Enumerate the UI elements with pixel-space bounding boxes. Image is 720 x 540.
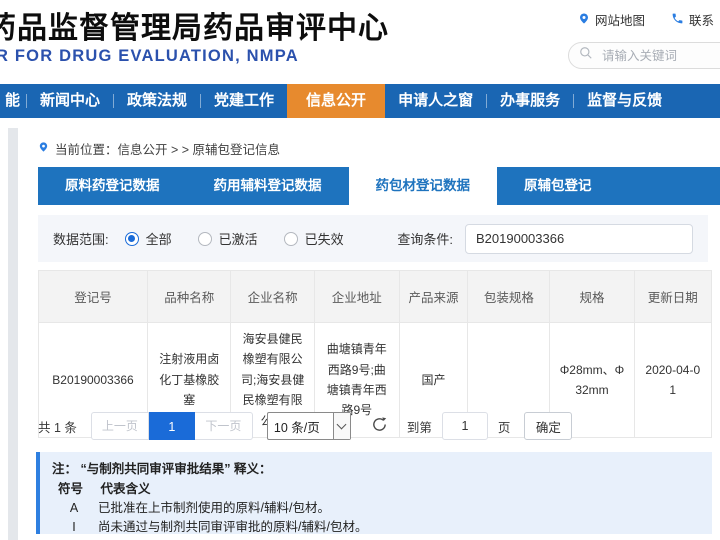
footnote-legend-header: 符号 代表含义 [58, 480, 702, 499]
tab-packaging-registration[interactable]: 药包材登记数据 [349, 167, 498, 205]
site-title-chinese: 药品监督管理局药品审评中心 [0, 3, 389, 47]
col-header-product-name: 品种名称 [148, 271, 231, 323]
refresh-button[interactable] [371, 417, 389, 435]
legend-symbol-header: 符号 [58, 482, 83, 496]
header-quick-links: 网站地图 联系 [578, 10, 714, 29]
current-page-button[interactable]: 1 [149, 412, 195, 440]
col-header-reg-no: 登记号 [39, 271, 148, 323]
col-header-packaging-spec: 包装规格 [468, 271, 550, 323]
table-header-row: 登记号 品种名称 企业名称 企业地址 产品来源 包装规格 规格 更新日期 [39, 271, 712, 323]
data-category-tabs: 原料药登记数据 药用辅料登记数据 药包材登记数据 原辅包登记 [38, 167, 720, 205]
chevron-down-icon [337, 419, 347, 429]
select-arrow-box[interactable] [333, 413, 350, 439]
radio-option-activated[interactable]: 已激活 [198, 229, 258, 248]
nav-item-partial[interactable]: 能 [0, 84, 26, 118]
tab-api-registration[interactable]: 原料药登记数据 [38, 167, 187, 205]
breadcrumb-text: 当前位置：信息公开 > > 原辅包登记信息 [55, 139, 280, 158]
query-label: 查询条件: [397, 229, 453, 248]
contact-link[interactable]: 联系 [671, 10, 714, 29]
tab-excipient-registration[interactable]: 药用辅料登记数据 [187, 167, 349, 205]
nav-item-feedback[interactable]: 监督与反馈 [574, 84, 675, 118]
nav-item-info-disclosure[interactable]: 信息公开 [287, 84, 385, 118]
nav-item-news[interactable]: 新闻中心 [27, 84, 113, 118]
refresh-icon [371, 416, 388, 436]
filter-bar: 数据范围: 全部 已激活 已失效 查询条件: [38, 215, 708, 262]
contact-label: 联系 [689, 10, 714, 29]
col-header-update-date: 更新日期 [634, 271, 711, 323]
nav-item-policy[interactable]: 政策法规 [114, 84, 200, 118]
next-page-button[interactable]: 下一页 [195, 412, 253, 440]
radio-icon-activated[interactable] [198, 232, 212, 246]
main-nav: 能 新闻中心 政策法规 党建工作 信息公开 申请人之窗 办事服务 监督与反馈 [0, 84, 720, 118]
legend-meaning-header: 代表含义 [101, 482, 151, 496]
goto-page-input[interactable] [442, 412, 488, 440]
search-icon [579, 46, 593, 65]
pagination-bar: 共 1 条 上一页 1 下一页 10 条/页 到第 页 确定 [38, 411, 712, 441]
breadcrumb: 当前位置：信息公开 > > 原辅包登记信息 [38, 139, 280, 158]
prev-page-button[interactable]: 上一页 [91, 412, 149, 440]
sitemap-link[interactable]: 网站地图 [578, 10, 645, 29]
footnote-row-a: A 已批准在上市制剂使用的原料/辅料/包材。 [52, 499, 702, 518]
query-input[interactable] [465, 224, 693, 254]
total-count-label: 共 1 条 [38, 417, 77, 436]
col-header-company-name: 企业名称 [231, 271, 314, 323]
scope-label: 数据范围: [53, 229, 109, 248]
phone-icon [671, 12, 684, 28]
radio-icon-all[interactable] [125, 232, 139, 246]
legend-symbol: I [58, 518, 90, 537]
breadcrumb-pin-icon [38, 140, 49, 157]
legend-symbol: A [58, 499, 90, 518]
goto-page-suffix: 页 [498, 417, 511, 436]
tab-apiexcipient-overview[interactable]: 原辅包登记 [497, 167, 619, 205]
site-search-box [568, 42, 720, 69]
goto-page-label: 到第 [407, 417, 432, 436]
confirm-button[interactable]: 确定 [524, 412, 572, 440]
nav-item-party[interactable]: 党建工作 [201, 84, 287, 118]
radio-option-all[interactable]: 全部 [125, 229, 172, 248]
legend-meaning: 已批准在上市制剂使用的原料/辅料/包材。 [98, 499, 330, 518]
legend-meaning: 尚未通过与制剂共同审评审批的原料/辅料/包材。 [98, 518, 367, 537]
nav-item-services[interactable]: 办事服务 [487, 84, 573, 118]
location-pin-icon [578, 11, 590, 29]
radio-option-expired[interactable]: 已失效 [284, 229, 344, 248]
page-side-strip [8, 128, 18, 540]
site-title-english: R FOR DRUG EVALUATION, NMPA [0, 47, 299, 66]
col-header-spec: 规格 [550, 271, 634, 323]
col-header-company-address: 企业地址 [314, 271, 399, 323]
nav-item-applicant[interactable]: 申请人之窗 [385, 84, 486, 118]
page-size-select[interactable]: 10 条/页 [267, 412, 351, 440]
footnote-panel: 注： “与制剂共同审评审批结果” 释义： 符号 代表含义 A 已批准在上市制剂使… [36, 452, 712, 534]
footnote-title: 注： “与制剂共同审评审批结果” 释义： [52, 460, 702, 479]
page-button-group: 上一页 1 下一页 [91, 412, 253, 440]
sitemap-label: 网站地图 [595, 10, 645, 29]
footnote-row-i: I 尚未通过与制剂共同审评审批的原料/辅料/包材。 [52, 518, 702, 537]
col-header-origin: 产品来源 [399, 271, 468, 323]
radio-icon-expired[interactable] [284, 232, 298, 246]
search-input[interactable] [600, 48, 710, 64]
